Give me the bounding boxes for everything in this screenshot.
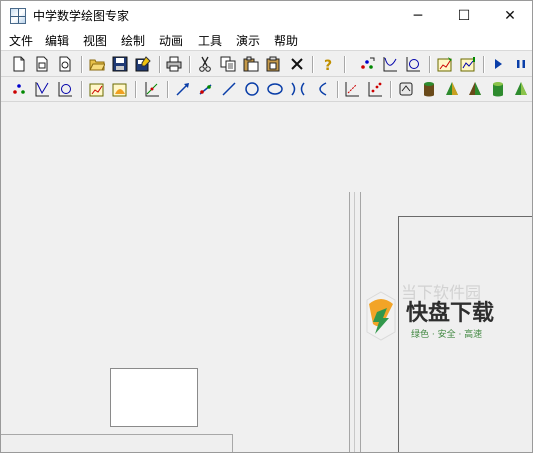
toolbar-separator bbox=[159, 56, 160, 73]
window-title: 中学数学绘图专家 bbox=[33, 9, 130, 23]
paste-icon[interactable] bbox=[242, 55, 260, 73]
vector-icon[interactable] bbox=[197, 80, 215, 98]
minimize-button[interactable]: ─ bbox=[395, 1, 441, 31]
plot-points-icon[interactable] bbox=[358, 55, 376, 73]
line-icon[interactable] bbox=[220, 80, 238, 98]
paste-special-icon[interactable] bbox=[265, 55, 283, 73]
menu-help[interactable]: 帮助 bbox=[274, 33, 298, 49]
frustum-icon[interactable] bbox=[466, 80, 484, 98]
axes-icon[interactable] bbox=[143, 80, 161, 98]
drawing-canvas[interactable] bbox=[1, 102, 532, 452]
pyramid-icon[interactable] bbox=[512, 80, 530, 98]
menu-demo[interactable]: 演示 bbox=[236, 33, 260, 49]
maximize-icon: ☐ bbox=[457, 8, 471, 24]
cube-frame-icon[interactable] bbox=[397, 80, 415, 98]
toolbar-separator bbox=[189, 56, 190, 73]
main-toolbar: ? bbox=[1, 52, 532, 77]
circle-frame-icon[interactable] bbox=[56, 80, 74, 98]
app-icon[interactable] bbox=[10, 8, 26, 24]
toolbar-separator bbox=[337, 81, 338, 98]
close-icon: ✕ bbox=[504, 8, 516, 24]
title-bar: 中学数学绘图专家 ─ ☐ ✕ bbox=[1, 1, 532, 31]
save-as-icon[interactable] bbox=[134, 55, 152, 73]
watermark-faded-text: 当下软件园 bbox=[401, 283, 482, 302]
arrow-icon[interactable] bbox=[174, 80, 192, 98]
toolbar-separator bbox=[390, 81, 391, 98]
help-icon[interactable]: ? bbox=[319, 55, 337, 73]
plot-curve-icon[interactable] bbox=[381, 55, 399, 73]
maximize-button[interactable]: ☐ bbox=[441, 1, 487, 31]
preview-box[interactable] bbox=[110, 368, 198, 427]
toolbar-separator bbox=[429, 56, 430, 73]
toolbar-separator bbox=[135, 81, 136, 98]
graph-edit-icon[interactable] bbox=[88, 80, 106, 98]
open-folder-icon[interactable] bbox=[88, 55, 106, 73]
toolbar-separator bbox=[483, 56, 484, 73]
watermark-sub-text: 绿色 · 安全 · 高速 bbox=[411, 330, 483, 340]
new-document-icon[interactable] bbox=[10, 55, 28, 73]
close-button[interactable]: ✕ bbox=[487, 1, 532, 31]
menu-file[interactable]: 文件 bbox=[9, 33, 33, 49]
splitter-handle[interactable] bbox=[349, 192, 361, 452]
svg-text:?: ? bbox=[324, 58, 332, 72]
plot-circle-icon[interactable] bbox=[404, 55, 422, 73]
menu-bar: 文件 编辑 视图 绘制 动画 工具 演示 帮助 bbox=[1, 31, 532, 51]
new-page-icon[interactable] bbox=[33, 55, 51, 73]
cone-icon[interactable] bbox=[443, 80, 461, 98]
delete-icon[interactable] bbox=[288, 55, 306, 73]
copy-icon[interactable] bbox=[219, 55, 237, 73]
toolbar-separator bbox=[81, 56, 82, 73]
export-graph-icon[interactable] bbox=[436, 55, 454, 73]
toolbar-separator bbox=[344, 56, 345, 73]
toolbar-separator bbox=[167, 81, 168, 98]
watermark-main-text: 快盘下载 bbox=[406, 301, 495, 326]
drawing-toolbar bbox=[1, 77, 532, 102]
coordinate-icon[interactable] bbox=[343, 80, 361, 98]
hyperbola-icon[interactable] bbox=[289, 80, 307, 98]
angle-icon[interactable] bbox=[33, 80, 51, 98]
watermark-logo-icon bbox=[366, 291, 396, 341]
menu-tools[interactable]: 工具 bbox=[198, 33, 222, 49]
pause-icon[interactable] bbox=[512, 55, 530, 73]
grid-points-icon[interactable] bbox=[366, 80, 384, 98]
cylinder-icon[interactable] bbox=[420, 80, 438, 98]
parabola-icon[interactable] bbox=[312, 80, 330, 98]
import-graph-icon[interactable] bbox=[459, 55, 477, 73]
menu-animation[interactable]: 动画 bbox=[159, 33, 183, 49]
circle-icon[interactable] bbox=[243, 80, 261, 98]
menu-draw[interactable]: 绘制 bbox=[121, 33, 145, 49]
points-icon[interactable] bbox=[10, 80, 28, 98]
toolbar-separator bbox=[312, 56, 313, 73]
copy-page-icon[interactable] bbox=[56, 55, 74, 73]
app-window: 中学数学绘图专家 ─ ☐ ✕ 文件 编辑 视图 绘制 动画 工具 演示 帮助 ? bbox=[0, 0, 533, 453]
status-panel bbox=[1, 434, 233, 452]
print-icon[interactable] bbox=[165, 55, 183, 73]
graph-fill-icon[interactable] bbox=[111, 80, 129, 98]
menu-edit[interactable]: 编辑 bbox=[45, 33, 69, 49]
save-icon[interactable] bbox=[111, 55, 129, 73]
cut-icon[interactable] bbox=[196, 55, 214, 73]
minimize-icon: ─ bbox=[413, 8, 423, 24]
play-icon[interactable] bbox=[489, 55, 507, 73]
watermark: 当下软件园 快盘下载 绿色 · 安全 · 高速 bbox=[361, 283, 532, 350]
menu-view[interactable]: 视图 bbox=[83, 33, 107, 49]
toolbar-separator bbox=[81, 81, 82, 98]
ellipse-icon[interactable] bbox=[266, 80, 284, 98]
prism-icon[interactable] bbox=[489, 80, 507, 98]
